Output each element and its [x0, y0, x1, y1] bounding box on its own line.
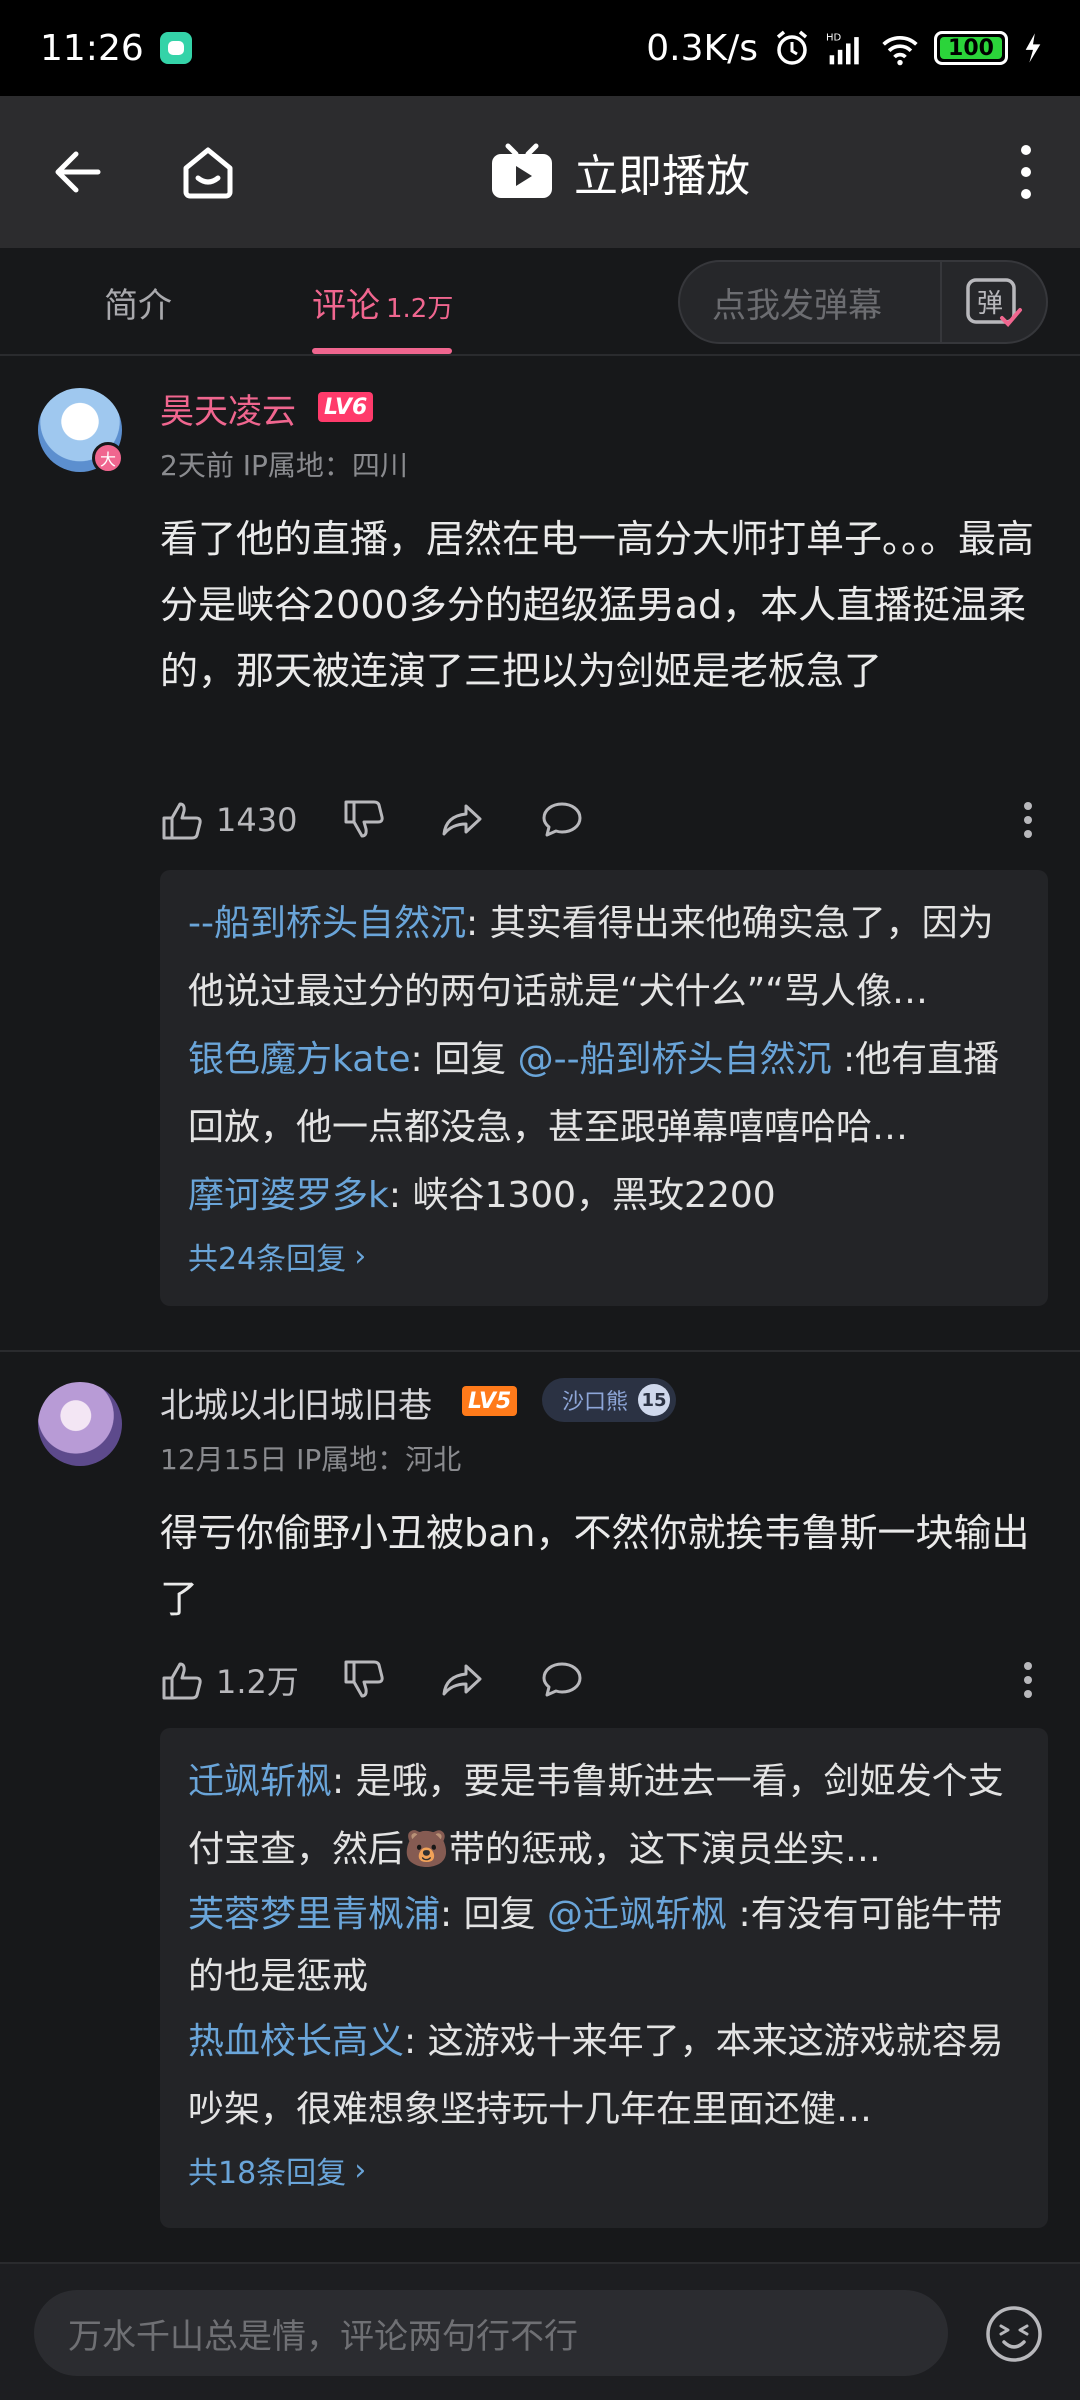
reply-author: 芙蓉梦里青枫浦: [188, 1894, 441, 1935]
alarm-icon: [776, 30, 808, 65]
comment-meta: 2天前 IP属地：四川: [160, 449, 408, 482]
comment-body: 得亏你偷野小丑被ban，不然你就挨韦鲁斯一块输出了: [160, 1511, 1030, 1621]
reply-button[interactable]: [540, 1650, 584, 1710]
share-icon: [442, 804, 482, 836]
reply-item[interactable]: 迁飒斩枫: 是哦，要是韦鲁斯进去一看，剑姬发个支付宝查，然后🐻带的惩戒，这下演员…: [188, 1748, 1020, 1884]
tab-comments-count: 1.2万: [386, 294, 454, 324]
avatar-badge: 大: [92, 442, 124, 474]
comment-input[interactable]: 万水千山总是情，评论两句行不行: [34, 2290, 948, 2376]
back-arrow-icon[interactable]: [48, 142, 108, 202]
charging-icon: [1025, 33, 1041, 63]
reply-author: 热血校长高义: [188, 2021, 405, 2062]
tab-comments-label: 评论: [312, 286, 380, 326]
danmaku-toggle-button[interactable]: 弹: [940, 262, 1046, 342]
thumbs-down-icon: [344, 800, 384, 838]
svg-text:弹: 弹: [977, 289, 1003, 319]
thumbs-up-icon: [162, 1662, 202, 1700]
danmaku-box: 点我发弹幕 弹: [678, 260, 1048, 344]
comment-meta: 12月15日 IP属地：河北: [160, 1443, 462, 1476]
emoji-icon[interactable]: [984, 2304, 1044, 2364]
like-button[interactable]: 1.2万: [160, 1650, 299, 1710]
comment-username[interactable]: 昊天凌云: [160, 384, 296, 433]
more-options-icon[interactable]: [1012, 142, 1040, 202]
avatar[interactable]: [38, 1382, 122, 1466]
fan-level: 15: [638, 1384, 671, 1416]
svg-text:HD: HD: [826, 33, 842, 44]
share-button[interactable]: [440, 790, 484, 850]
comment-actions: 1430: [160, 790, 1040, 850]
wifi-icon: [882, 36, 918, 66]
tab-bar: 简介 评论 1.2万 点我发弹幕 弹: [0, 248, 1080, 356]
top-nav-bar: 立即播放: [0, 96, 1080, 248]
reply-preview-box[interactable]: --船到桥头自然沉: 其实看得出来他确实急了，因为他说过最过分的两句话就是“犬什…: [160, 870, 1048, 1306]
reply-author: 摩诃婆罗多k: [188, 1175, 389, 1216]
comment-item: 北城以北旧城旧巷 LV5 沙口熊 15 12月15日 IP属地：河北 得亏你偷野小…: [0, 1350, 1080, 2228]
comment-bubble-icon: [542, 1662, 582, 1697]
view-all-replies-link[interactable]: 共18条回复 ›: [188, 2148, 1020, 2192]
battery-indicator: 100: [934, 31, 1008, 65]
status-indicators: 0.3K/s HD 100: [646, 28, 1044, 69]
chevron-right-icon: ›: [354, 2152, 367, 2188]
thumbs-up-icon: [162, 802, 202, 840]
dislike-button[interactable]: [342, 790, 386, 850]
active-tab-indicator: [312, 348, 452, 354]
reply-author: --船到桥头自然沉: [188, 903, 466, 944]
level-badge: LV5: [462, 1386, 518, 1416]
share-icon: [442, 1664, 482, 1696]
reply-mention: @--船到桥头自然沉: [517, 1039, 832, 1080]
like-count: 1430: [216, 801, 298, 839]
reply-item[interactable]: 热血校长高义: 这游戏十来年了，本来这游戏就容易吵架，很难想象坚持玩十几年在里面…: [188, 2008, 1020, 2144]
status-time: 11:26: [40, 27, 144, 69]
reply-author: 迁飒斩枫: [188, 1761, 333, 1802]
app-notification-icon: [159, 32, 192, 64]
home-icon[interactable]: [176, 140, 240, 204]
reply-item[interactable]: 芙蓉梦里青枫浦: 回复 @迁飒斩枫 :有没有可能牛带的也是惩戒: [188, 1884, 1020, 2008]
comment-actions: 1.2万: [160, 1650, 1040, 1710]
reply-mention: @迁飒斩枫: [547, 1894, 728, 1935]
like-button[interactable]: 1430: [160, 790, 297, 850]
level-badge: LV6: [318, 392, 374, 422]
comment-more-icon[interactable]: [1016, 790, 1040, 850]
reply-preview-box[interactable]: 迁飒斩枫: 是哦，要是韦鲁斯进去一看，剑姬发个支付宝查，然后🐻带的惩戒，这下演员…: [160, 1728, 1048, 2228]
reply-author: 银色魔方kate: [188, 1039, 411, 1080]
dislike-button[interactable]: [342, 1650, 386, 1710]
bottom-comment-bar: 万水千山总是情，评论两句行不行: [0, 2262, 1080, 2400]
play-now-button[interactable]: 立即播放: [490, 138, 750, 206]
nav-title: 立即播放: [574, 151, 750, 202]
reply-item[interactable]: 摩诃婆罗多k: 峡谷1300，黑玫2200: [188, 1162, 1020, 1230]
tab-intro[interactable]: 简介: [104, 278, 172, 327]
comment-more-icon[interactable]: [1016, 1650, 1040, 1710]
fan-badge[interactable]: 沙口熊 15: [542, 1378, 677, 1422]
comment-bubble-icon: [542, 802, 582, 837]
network-speed: 0.3K/s: [646, 27, 758, 69]
signal-icon: HD: [826, 33, 859, 65]
reply-item[interactable]: 银色魔方kate: 回复 @--船到桥头自然沉 :他有直播回放，他一点都没急，甚…: [188, 1026, 1020, 1162]
danmaku-icon: 弹: [966, 278, 1022, 327]
chevron-right-icon: ›: [354, 1238, 367, 1274]
comment-username[interactable]: 北城以北旧城旧巷: [160, 1378, 432, 1427]
tab-comments[interactable]: 评论 1.2万: [312, 278, 453, 327]
reply-button[interactable]: [540, 790, 584, 850]
status-bar: 11:26 0.3K/s HD 100: [0, 0, 1080, 96]
reply-item[interactable]: --船到桥头自然沉: 其实看得出来他确实急了，因为他说过最过分的两句话就是“犬什…: [188, 890, 1020, 1026]
share-button[interactable]: [440, 1650, 484, 1710]
comment-body: 看了他的直播，居然在电一高分大师打单子。。。最高分是峡谷2000多分的超级猛男a…: [160, 517, 1035, 693]
view-all-replies-link[interactable]: 共24条回复 ›: [188, 1234, 1020, 1278]
thumbs-down-icon: [344, 1660, 384, 1698]
like-count: 1.2万: [216, 1663, 299, 1701]
danmaku-input[interactable]: 点我发弹幕: [680, 278, 940, 327]
tv-play-icon: [492, 143, 552, 198]
